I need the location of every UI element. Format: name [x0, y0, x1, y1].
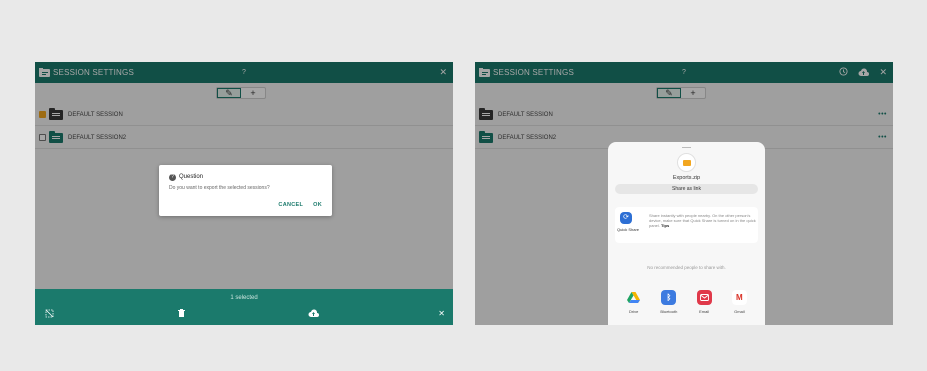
app-label: Gmail [734, 309, 745, 314]
zip-file-icon [677, 153, 696, 172]
share-as-link-button[interactable]: Share as link [615, 184, 758, 194]
dialog-message: Do you want to export the selected sessi… [169, 185, 270, 191]
quick-share-icon[interactable]: ⟳ [620, 212, 632, 224]
file-name: Exports.zip [672, 175, 701, 181]
quick-share-label: Quick Share [617, 227, 640, 232]
cancel-button[interactable]: CANCEL [278, 202, 303, 208]
tips-link[interactable]: Tips [661, 223, 669, 228]
app-email[interactable]: Email [689, 290, 719, 314]
quick-share-panel: ⟳ Quick Share Share instantly with peopl… [615, 207, 758, 243]
gmail-icon: M [731, 290, 747, 305]
email-icon [696, 290, 712, 305]
ok-button[interactable]: OK [313, 202, 322, 208]
app-gmail[interactable]: M Gmail [724, 290, 754, 314]
dialog-title: Question [179, 174, 204, 180]
close-icon[interactable]: ✕ [438, 309, 445, 318]
share-sheet: Exports.zip Share as link ⟳ Quick Share … [608, 142, 765, 325]
app-label: Email [699, 309, 710, 314]
app-bluetooth[interactable]: ᛒ Bluetooth [654, 290, 684, 314]
drive-icon [626, 290, 641, 305]
bluetooth-icon: ᛒ [661, 290, 677, 305]
selected-count: 1 selected [230, 295, 258, 301]
trash-icon[interactable] [178, 309, 185, 319]
app-label: Bluetooth [660, 309, 678, 314]
right-screen: SESSION SETTINGS ? ✕ ✎ + DEFAULT SESSION… [475, 62, 893, 325]
app-drive[interactable]: Drive [619, 290, 649, 314]
question-icon: ? [169, 174, 176, 181]
quick-share-description: Share instantly with people nearby. On t… [649, 213, 756, 228]
question-dialog: ? Question Do you want to export the sel… [159, 165, 332, 216]
cloud-upload-icon[interactable] [308, 309, 319, 319]
left-screen: SESSION SETTINGS ? ✕ ✎ + DEFAULT SESSION… [35, 62, 453, 325]
drag-handle[interactable] [682, 147, 691, 148]
no-recommended-text: No recommended people to share with. [647, 265, 726, 270]
selection-bar: 1 selected ✕ [35, 289, 453, 325]
share-apps: Drive ᛒ Bluetooth Email M Gmail [608, 290, 765, 314]
app-label: Drive [628, 309, 639, 314]
deselect-icon[interactable] [45, 309, 54, 320]
